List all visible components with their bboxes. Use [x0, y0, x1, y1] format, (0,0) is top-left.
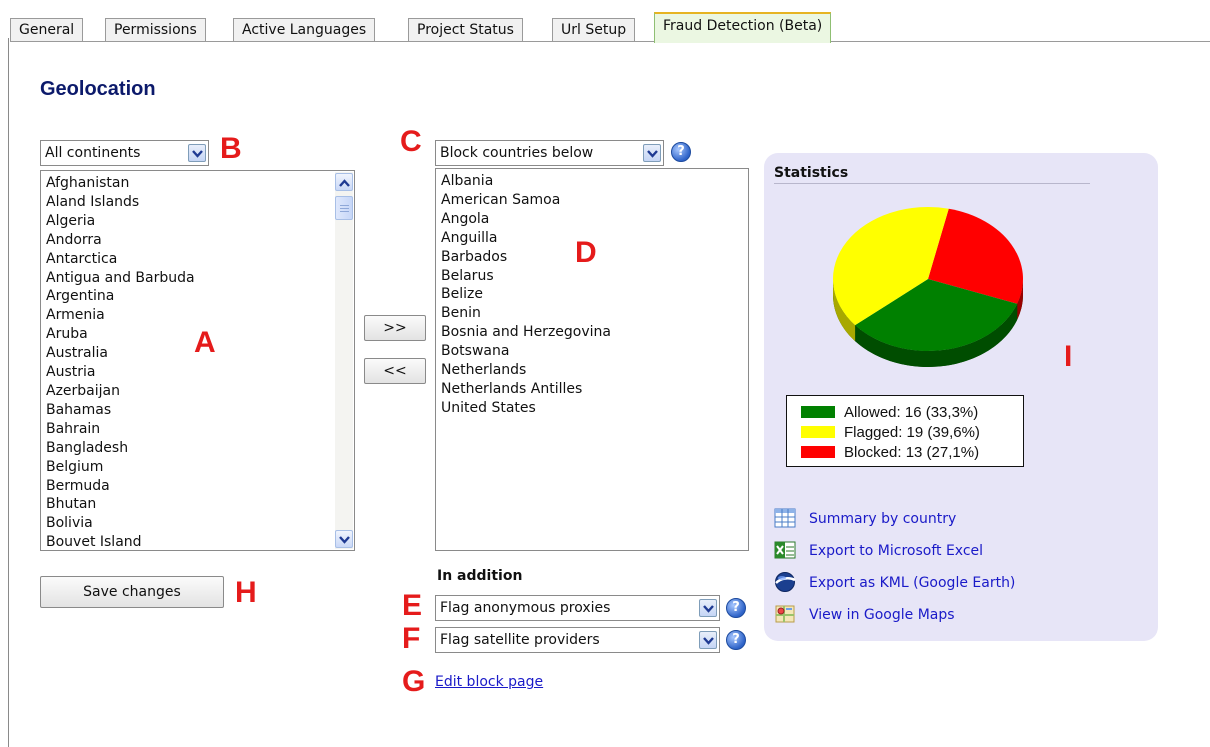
list-item[interactable]: Bhutan [46, 495, 354, 514]
statistics-panel: Statistics Allowed: 16 (33,3%) Flagged: … [764, 153, 1158, 641]
list-item[interactable]: Botswana [441, 342, 748, 361]
list-item[interactable]: Benin [441, 304, 748, 323]
divider [774, 183, 1090, 184]
list-item[interactable]: Antigua and Barbuda [46, 269, 354, 288]
list-item[interactable]: American Samoa [441, 191, 748, 210]
list-item[interactable]: Netherlands [441, 361, 748, 380]
tab-permissions[interactable]: Permissions [105, 18, 206, 42]
chevron-down-icon[interactable] [188, 144, 206, 162]
tab-url-setup[interactable]: Url Setup [552, 18, 636, 42]
allowed-swatch [801, 406, 835, 418]
flagged-swatch [801, 426, 835, 438]
vertical-scrollbar[interactable] [335, 172, 353, 549]
list-item[interactable]: Austria [46, 363, 354, 382]
list-item[interactable]: Albania [441, 172, 748, 191]
marker-d: D [575, 236, 597, 269]
list-item[interactable]: Argentina [46, 287, 354, 306]
anonymous-proxies-select[interactable]: Flag anonymous proxies [435, 595, 720, 621]
list-item[interactable]: Bolivia [46, 514, 354, 533]
help-icon[interactable]: ? [671, 142, 691, 162]
statistics-title: Statistics [774, 165, 849, 181]
marker-b: B [220, 132, 242, 165]
statistics-legend: Allowed: 16 (33,3%) Flagged: 19 (39,6%) … [786, 395, 1024, 467]
page-left-border [8, 38, 9, 747]
list-item[interactable]: United States [441, 399, 748, 418]
list-item[interactable]: Andorra [46, 231, 354, 250]
statistics-pie-chart [833, 207, 1023, 367]
anonymous-proxies-select-value: Flag anonymous proxies [440, 600, 611, 616]
tab-baseline [10, 41, 1210, 42]
list-item[interactable]: Belarus [441, 267, 748, 286]
legend-item-flagged: Flagged: 19 (39,6%) [801, 423, 1023, 443]
list-item[interactable]: Netherlands Antilles [441, 380, 748, 399]
scroll-up-icon[interactable] [335, 173, 353, 191]
continent-select[interactable]: All continents [40, 140, 209, 166]
marker-c: C [400, 125, 422, 158]
block-mode-select-value: Block countries below [440, 145, 594, 161]
list-item[interactable]: Bosnia and Herzegovina [441, 323, 748, 342]
list-item[interactable]: Belgium [46, 458, 354, 477]
tab-bar: General Permissions Active Languages Pro… [10, 12, 1210, 43]
list-item[interactable]: Antarctica [46, 250, 354, 269]
edit-block-page-link[interactable]: Edit block page [435, 674, 543, 690]
marker-i: I [1064, 340, 1073, 373]
marker-e: E [402, 589, 423, 622]
continent-select-value: All continents [45, 145, 141, 161]
save-changes-button[interactable]: Save changes [40, 576, 224, 608]
google-maps-icon [775, 605, 795, 623]
help-icon[interactable]: ? [726, 598, 746, 618]
scroll-thumb[interactable] [335, 196, 353, 220]
list-item[interactable]: Bermuda [46, 477, 354, 496]
google-earth-icon [775, 572, 796, 592]
list-item[interactable]: Bahrain [46, 420, 354, 439]
chevron-down-icon[interactable] [699, 599, 717, 617]
satellite-providers-select[interactable]: Flag satellite providers [435, 627, 720, 653]
legend-item-blocked: Blocked: 13 (27,1%) [801, 443, 1023, 463]
list-item[interactable]: Afghanistan [46, 174, 354, 193]
excel-icon [774, 541, 796, 559]
list-item[interactable]: Belize [441, 285, 748, 304]
marker-g: G [402, 665, 426, 698]
list-item[interactable]: Armenia [46, 306, 354, 325]
legend-item-allowed: Allowed: 16 (33,3%) [801, 403, 1023, 423]
remove-country-button[interactable]: << [364, 358, 426, 384]
marker-h: H [235, 576, 257, 609]
in-addition-heading: In addition [437, 568, 523, 584]
table-icon [774, 508, 796, 528]
help-icon[interactable]: ? [726, 630, 746, 650]
list-item[interactable]: Bangladesh [46, 439, 354, 458]
list-item[interactable]: Azerbaijan [46, 382, 354, 401]
scroll-down-icon[interactable] [335, 530, 353, 548]
tab-general[interactable]: General [10, 18, 84, 42]
block-mode-select[interactable]: Block countries below [435, 140, 664, 166]
add-country-button[interactable]: >> [364, 315, 426, 341]
list-item[interactable]: Aland Islands [46, 193, 354, 212]
tab-active-languages[interactable]: Active Languages [233, 18, 376, 42]
list-item[interactable]: Bahamas [46, 401, 354, 420]
satellite-providers-select-value: Flag satellite providers [440, 632, 600, 648]
list-item[interactable]: Bouvet Island [46, 533, 354, 550]
list-item[interactable]: Angola [441, 210, 748, 229]
blocked-swatch [801, 446, 835, 458]
tab-project-status[interactable]: Project Status [408, 18, 523, 42]
chevron-down-icon[interactable] [699, 631, 717, 649]
page-title: Geolocation [40, 78, 156, 100]
list-item[interactable]: Algeria [46, 212, 354, 231]
marker-f: F [402, 622, 421, 655]
marker-a: A [194, 326, 216, 359]
blocked-countries-list[interactable]: Albania American Samoa Angola Anguilla Barba… [435, 168, 749, 551]
available-countries-list[interactable]: Afghanistan Aland Islands Algeria Andorra An… [40, 170, 355, 551]
tab-fraud-detection[interactable]: Fraud Detection (Beta) [654, 12, 832, 43]
chevron-down-icon[interactable] [643, 144, 661, 162]
